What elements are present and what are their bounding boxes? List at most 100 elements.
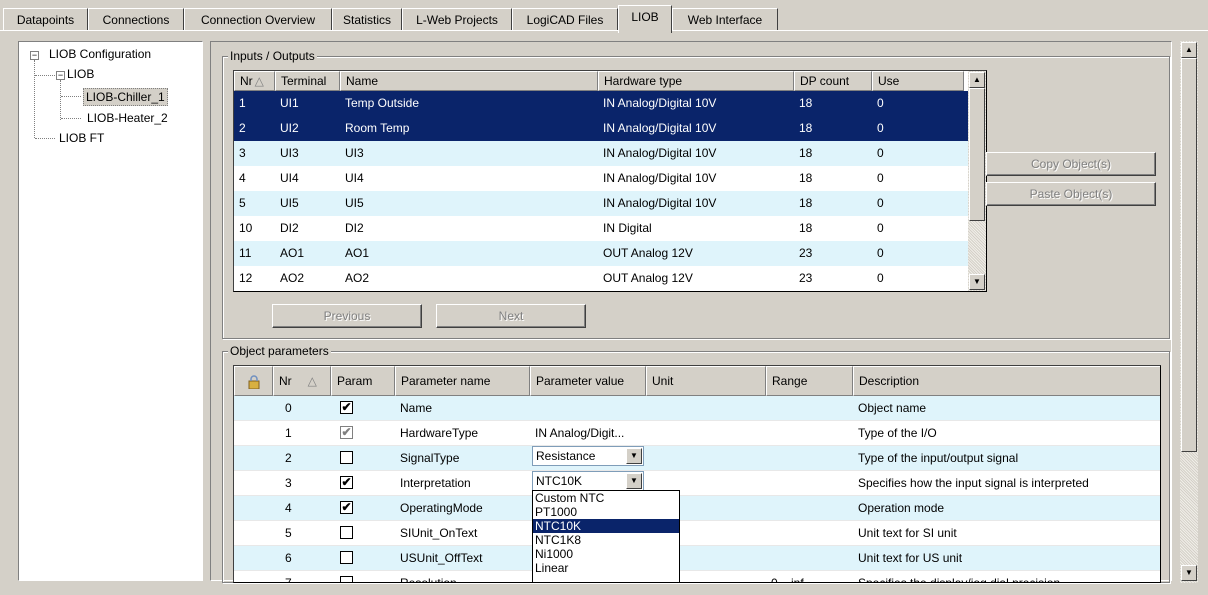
- tree-node-liob-heater[interactable]: LIOB-Heater_2: [85, 110, 170, 126]
- chevron-down-icon[interactable]: ▼: [626, 448, 642, 464]
- io-cell-terminal: UI3: [280, 146, 299, 160]
- tab-connection-overview[interactable]: Connection Overview: [184, 8, 332, 30]
- io-cell-dpcount: 18: [799, 146, 813, 160]
- chevron-down-icon[interactable]: ▼: [626, 473, 642, 489]
- io-cell-use: 0: [877, 246, 884, 260]
- table-row[interactable]: 7 Resolution 0 .. inf Specifies the display…: [234, 571, 1160, 583]
- col-param-header[interactable]: Param: [331, 366, 395, 396]
- main-scrollbar[interactable]: ▲ ▼: [1180, 41, 1198, 583]
- param-cell-nr: 1: [285, 426, 292, 440]
- scroll-up-icon[interactable]: ▲: [1181, 42, 1197, 58]
- dropdown-option[interactable]: NTC1K8: [533, 533, 679, 547]
- tree-line: [35, 138, 55, 139]
- col-hardware-header[interactable]: Hardware type: [598, 71, 794, 91]
- scroll-down-icon[interactable]: ▼: [1181, 565, 1197, 581]
- col-unit-header[interactable]: Unit: [646, 366, 766, 396]
- tab-connections[interactable]: Connections: [88, 8, 184, 30]
- io-cell-hardware: IN Analog/Digital 10V: [603, 196, 717, 210]
- table-row[interactable]: 0 ✔ Name Object name: [234, 396, 1160, 421]
- dropdown-option[interactable]: Custom NTC: [533, 491, 679, 505]
- table-row[interactable]: 3 UI3 UI3 IN Analog/Digital 10V 18 0: [234, 141, 968, 166]
- col-terminal-header[interactable]: Terminal: [275, 71, 340, 91]
- param-cell-range: [766, 446, 858, 470]
- param-checkbox[interactable]: ✔: [340, 476, 353, 489]
- table-row[interactable]: 11 AO1 AO1 OUT Analog 12V 23 0: [234, 241, 968, 266]
- param-checkbox[interactable]: [340, 576, 353, 582]
- tab-liob[interactable]: LIOB: [618, 5, 672, 33]
- io-cell-name: DI2: [345, 221, 364, 235]
- param-cell-description: Specifies the display/jog dial precision: [858, 576, 1061, 583]
- param-cell-nr: 3: [285, 476, 292, 490]
- previous-button[interactable]: Previous: [272, 304, 422, 328]
- col-description-header[interactable]: Description: [853, 366, 1160, 396]
- io-cell-terminal: UI1: [280, 96, 299, 110]
- table-row[interactable]: 12 AO2 AO2 OUT Analog 12V 23 0: [234, 266, 968, 291]
- collapse-icon[interactable]: −: [30, 51, 39, 60]
- tab-statistics[interactable]: Statistics: [332, 8, 402, 30]
- param-checkbox[interactable]: ✔: [340, 501, 353, 514]
- paste-objects-button[interactable]: Paste Object(s): [986, 182, 1156, 206]
- col-parameter-name-header[interactable]: Parameter name: [395, 366, 530, 396]
- io-cell-nr: 12: [239, 271, 253, 285]
- io-cell-hardware: IN Digital: [603, 221, 652, 235]
- signal-type-combo[interactable]: Resistance ▼: [532, 446, 644, 466]
- param-cell-name: USUnit_OffText: [400, 551, 483, 565]
- table-row[interactable]: 10 DI2 DI2 IN Digital 18 0: [234, 216, 968, 241]
- param-cell-description: Specifies how the input signal is interp…: [858, 476, 1089, 490]
- param-cell-value: IN Analog/Digit...: [535, 426, 625, 440]
- tree-node-liob-ft[interactable]: LIOB FT: [57, 130, 106, 146]
- io-cell-use: 0: [877, 196, 884, 210]
- collapse-icon[interactable]: −: [56, 71, 65, 80]
- tree-node-liob-chiller[interactable]: LIOB-Chiller_1: [83, 88, 168, 106]
- param-checkbox: ✔: [340, 425, 353, 439]
- tree-node-liob[interactable]: LIOB: [65, 66, 96, 82]
- param-checkbox[interactable]: [340, 451, 353, 464]
- col-dpcount-header[interactable]: DP count: [794, 71, 872, 91]
- tab-lweb-projects[interactable]: L-Web Projects: [402, 8, 512, 30]
- table-row[interactable]: 5 UI5 UI5 IN Analog/Digital 10V 18 0: [234, 191, 968, 216]
- param-cell-range: 0 .. inf: [771, 576, 804, 583]
- col-name-header[interactable]: Name: [340, 71, 598, 91]
- col-nr-header[interactable]: Nr △: [234, 71, 275, 91]
- scroll-up-icon[interactable]: ▲: [969, 72, 985, 88]
- tab-web-interface[interactable]: Web Interface: [672, 8, 778, 30]
- tab-datapoints[interactable]: Datapoints: [3, 8, 88, 30]
- param-cell-description: Unit text for US unit: [858, 551, 963, 565]
- param-checkbox[interactable]: [340, 526, 353, 539]
- signal-type-value: Resistance: [536, 449, 596, 463]
- tab-logicad-files[interactable]: LogiCAD Files: [512, 8, 618, 30]
- io-scrollbar[interactable]: ▲ ▼: [968, 71, 986, 291]
- dropdown-option[interactable]: Linear: [533, 561, 679, 575]
- table-row[interactable]: 4 UI4 UI4 IN Analog/Digital 10V 18 0: [234, 166, 968, 191]
- table-row[interactable]: 4 ✔ OperatingMode Operation mode: [234, 496, 1160, 521]
- io-cell-terminal: UI5: [280, 196, 299, 210]
- param-cell-range: [766, 421, 858, 445]
- dropdown-option[interactable]: Ni1000: [533, 547, 679, 561]
- tree-node-liob-configuration[interactable]: LIOB Configuration: [47, 46, 153, 62]
- param-checkbox[interactable]: [340, 551, 353, 564]
- col-nr-header[interactable]: Nr △: [273, 366, 331, 396]
- table-row[interactable]: 5 SIUnit_OnText Unit text for SI unit: [234, 521, 1160, 546]
- col-use-header[interactable]: Use: [872, 71, 964, 91]
- io-cell-dpcount: 23: [799, 271, 813, 285]
- table-row[interactable]: 1 UI1 Temp Outside IN Analog/Digital 10V 18 0: [234, 91, 968, 116]
- scroll-down-icon[interactable]: ▼: [969, 274, 985, 290]
- col-lock-header[interactable]: [234, 366, 273, 396]
- copy-objects-button[interactable]: Copy Object(s): [986, 152, 1156, 176]
- col-parameter-value-header[interactable]: Parameter value: [530, 366, 646, 396]
- param-cell-description: Object name: [858, 401, 927, 415]
- dropdown-option-selected[interactable]: NTC10K: [533, 519, 679, 533]
- table-row[interactable]: 1 ✔ HardwareType IN Analog/Digit... Type of …: [234, 421, 1160, 446]
- col-range-header[interactable]: Range: [766, 366, 853, 396]
- table-row[interactable]: 6 USUnit_OffText Unit text for US unit: [234, 546, 1160, 571]
- table-row[interactable]: 2 SignalType Type of the input/output sign…: [234, 446, 1160, 471]
- next-button[interactable]: Next: [436, 304, 586, 328]
- param-cell-range: [766, 521, 858, 545]
- table-row[interactable]: 2 UI2 Room Temp IN Analog/Digital 10V 18 0: [234, 116, 968, 141]
- dropdown-option[interactable]: PT1000: [533, 505, 679, 519]
- io-scroll-thumb[interactable]: [969, 88, 985, 221]
- interpretation-combo[interactable]: NTC10K ▼: [532, 471, 644, 491]
- main-scroll-thumb[interactable]: [1181, 58, 1197, 452]
- table-row[interactable]: 3 ✔ Interpretation Specifies how the input …: [234, 471, 1160, 496]
- param-checkbox[interactable]: ✔: [340, 401, 353, 414]
